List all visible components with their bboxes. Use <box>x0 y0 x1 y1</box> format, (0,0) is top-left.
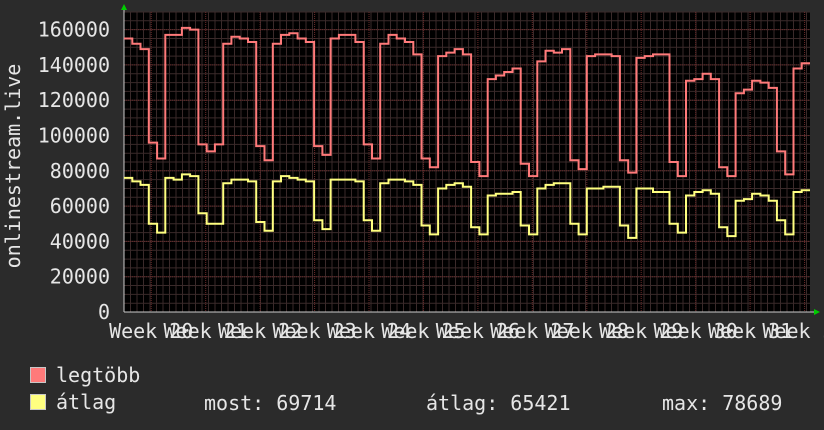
rrd-graph: 0 20000 40000 60000 80000 100000 120000 140000 1… <box>0 0 824 430</box>
y-tick-label: 60000 <box>50 194 110 218</box>
y-axis-arrow <box>121 4 127 10</box>
y-tick-label: 120000 <box>38 88 110 112</box>
chart-canvas: 0200004000060000800001000001200001400001… <box>1 4 824 343</box>
y-tick-label: 140000 <box>38 53 110 77</box>
x-axis-arrow <box>814 309 820 315</box>
y-axis-title: onlinestream.live <box>1 64 25 269</box>
y-tick-label: 100000 <box>38 124 110 148</box>
x-tick-label: Week 32 <box>762 319 824 343</box>
y-tick-label: 80000 <box>50 159 110 183</box>
y-tick-label: 40000 <box>50 229 110 253</box>
y-tick-label: 160000 <box>38 18 110 42</box>
y-tick-label: 20000 <box>50 265 110 289</box>
